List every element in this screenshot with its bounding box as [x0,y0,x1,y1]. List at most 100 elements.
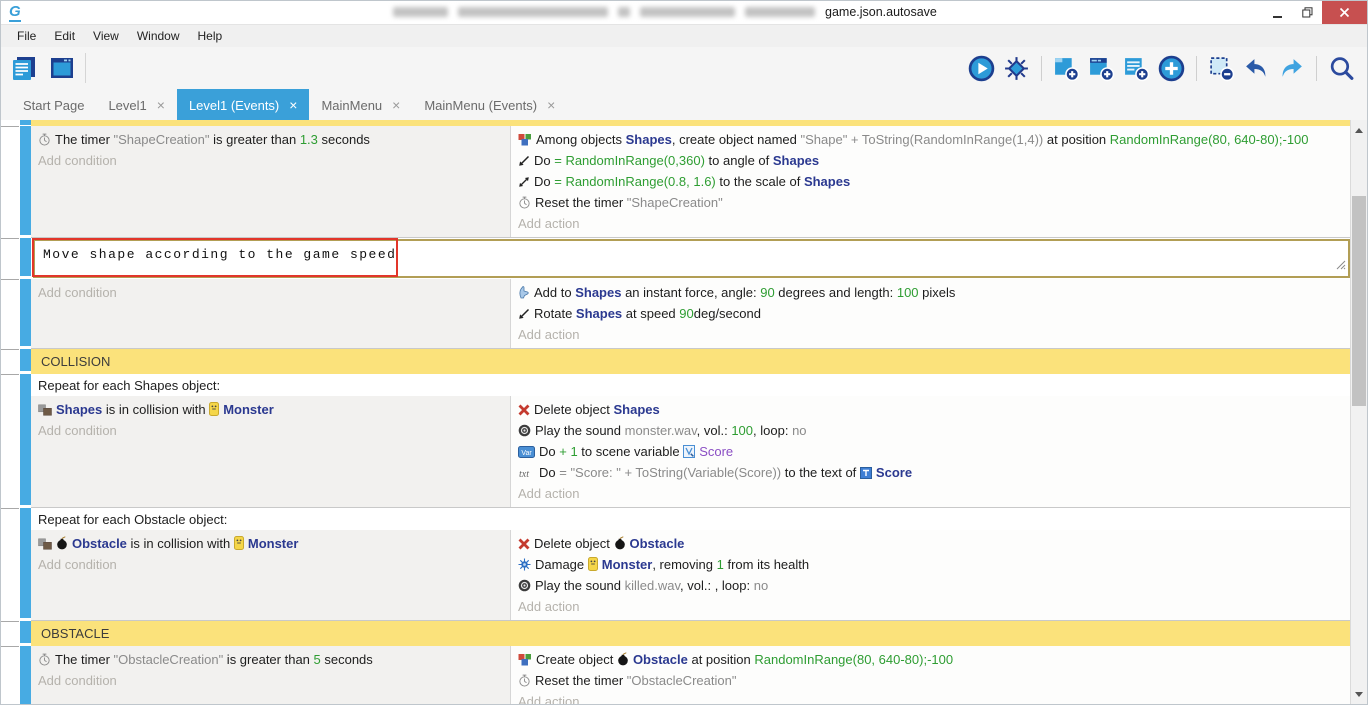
search-button[interactable] [1328,55,1355,82]
add-comment-button[interactable] [1123,55,1150,82]
bomb-icon [614,536,626,550]
action-line[interactable]: Delete object Shapes [511,399,1350,420]
action-line[interactable]: Reset the timer "ShapeCreation" [511,192,1350,213]
event-handle-bar[interactable] [20,508,31,618]
condition-line[interactable]: Shapes is in collision with Monster [31,399,510,420]
tab-mainmenu-events[interactable]: MainMenu (Events)× [412,89,567,121]
tab-level1[interactable]: Level1× [96,89,177,121]
add-action[interactable]: Add action [511,324,1350,345]
tab-close-icon[interactable]: × [289,98,297,112]
event-handle-bar[interactable] [20,621,31,643]
action-line[interactable]: Among objects Shapes, create object name… [511,129,1350,150]
text-segment: is greater than [223,652,313,667]
tab-level1-events[interactable]: Level1 (Events)× [177,89,310,121]
add-action[interactable]: Add action [511,483,1350,504]
toolbar-separator [1316,56,1317,81]
scroll-up-arrow[interactable] [1351,122,1367,138]
action-line[interactable]: Delete object Obstacle [511,533,1350,554]
condition-line[interactable]: The timer "ShapeCreation" is greater tha… [31,129,510,150]
condition-line[interactable]: The timer "ObstacleCreation" is greater … [31,649,510,670]
action-line[interactable]: Play the sound killed.wav, vol.: , loop:… [511,575,1350,596]
repeat-label[interactable]: Repeat for each Obstacle object: [31,508,1350,530]
action-line[interactable]: Rotate Shapes at speed 90deg/second [511,303,1350,324]
tab-close-icon[interactable]: × [392,98,400,112]
action-line[interactable]: Reset the timer "ObstacleCreation" [511,670,1350,691]
add-action[interactable]: Add action [511,691,1350,704]
event-handle-bar[interactable] [20,279,31,346]
text-segment: Delete object [534,536,614,551]
vertical-scrollbar[interactable] [1351,120,1367,704]
text-object-icon [860,467,872,479]
scroll-down-arrow[interactable] [1351,686,1367,702]
remove-event-button[interactable] [1208,55,1235,82]
action-line[interactable]: VarDo + 1 to scene variable Score [511,441,1350,462]
menu-item-edit[interactable]: Edit [45,25,84,47]
redo-button[interactable] [1278,55,1305,82]
action-line[interactable]: Damage Monster, removing 1 from its heal… [511,554,1350,575]
monster-icon [588,557,598,571]
scrollbar-thumb[interactable] [1352,196,1366,406]
add-event-button[interactable] [1053,55,1080,82]
text-segment: RandomInRange(80, 640-80);-100 [1110,132,1309,147]
tab-close-icon[interactable]: × [157,98,165,112]
group-header[interactable]: OBSTACLE [31,621,1350,646]
text-segment: Obstacle [630,536,685,551]
resize-handle-icon[interactable] [1336,259,1346,274]
text-segment: 1.3 [300,132,318,147]
event-handle-bar[interactable] [20,646,31,704]
add-circle-button[interactable] [1158,55,1185,82]
undo-button[interactable] [1243,55,1270,82]
repeat-label[interactable]: Repeat for each Shapes object: [31,374,1350,396]
action-line[interactable]: Play the sound monster.wav, vol.: 100, l… [511,420,1350,441]
add-condition[interactable]: Add condition [31,282,510,303]
scale-icon [518,176,530,188]
comment-editor[interactable]: Move shape according to the game speed [33,239,1350,278]
add-action[interactable]: Add action [511,596,1350,617]
action-line[interactable]: Add to Shapes an instant force, angle: 9… [511,282,1350,303]
text-segment: , removing [652,557,716,572]
minimize-button[interactable] [1262,1,1292,24]
event-handle-bar[interactable] [20,349,31,371]
debug-button[interactable] [1003,55,1030,82]
text-segment: 90 [679,306,693,321]
menu-item-window[interactable]: Window [128,25,189,47]
add-condition[interactable]: Add condition [31,150,510,171]
menu-item-view[interactable]: View [84,25,128,47]
close-button[interactable] [1322,1,1367,24]
text-segment: Reset the timer [535,673,627,688]
tab-mainmenu[interactable]: MainMenu× [309,89,412,121]
actions-column: Add to Shapes an instant force, angle: 9… [511,279,1350,348]
text-segment: , create object named [672,132,801,147]
events-editor-button[interactable] [47,53,77,83]
add-subevent-button[interactable] [1088,55,1115,82]
text-segment: an instant force, angle: [621,285,760,300]
restore-icon [1302,7,1313,18]
add-action[interactable]: Add action [511,213,1350,234]
add-condition[interactable]: Add condition [31,420,510,441]
action-line[interactable]: Do = RandomInRange(0,360) to angle of Sh… [511,150,1350,171]
action-line[interactable]: Do = RandomInRange(0.8, 1.6) to the scal… [511,171,1350,192]
menu-item-help[interactable]: Help [189,25,232,47]
text-segment: The timer [55,652,114,667]
event-handle-bar[interactable] [20,126,31,235]
tab-close-icon[interactable]: × [547,98,555,112]
variable-icon: Var [518,446,535,458]
menu-item-file[interactable]: File [8,25,45,47]
action-line[interactable]: txtDo = "Score: " + ToString(Variable(Sc… [511,462,1350,483]
event-handle-bar[interactable] [20,374,31,505]
event-handle-bar[interactable] [20,120,31,125]
tab-start-page[interactable]: Start Page [11,89,96,121]
conditions-column: The timer "ObstacleCreation" is greater … [31,646,511,704]
action-line[interactable]: Create object Obstacle at position Rando… [511,649,1350,670]
text-segment: Shapes [575,285,621,300]
group-header[interactable]: COLLISION [31,349,1350,374]
add-condition[interactable]: Add condition [31,670,510,691]
play-button[interactable] [968,55,995,82]
add-condition[interactable]: Add condition [31,554,510,575]
condition-line[interactable]: Obstacle is in collision with Monster [31,533,510,554]
event-handle-bar[interactable] [20,238,31,276]
restore-button[interactable] [1292,1,1322,24]
text-segment: RandomInRange(80, 640-80);-100 [754,652,953,667]
scene-editor-button[interactable] [9,53,39,83]
text-segment: is greater than [209,132,299,147]
